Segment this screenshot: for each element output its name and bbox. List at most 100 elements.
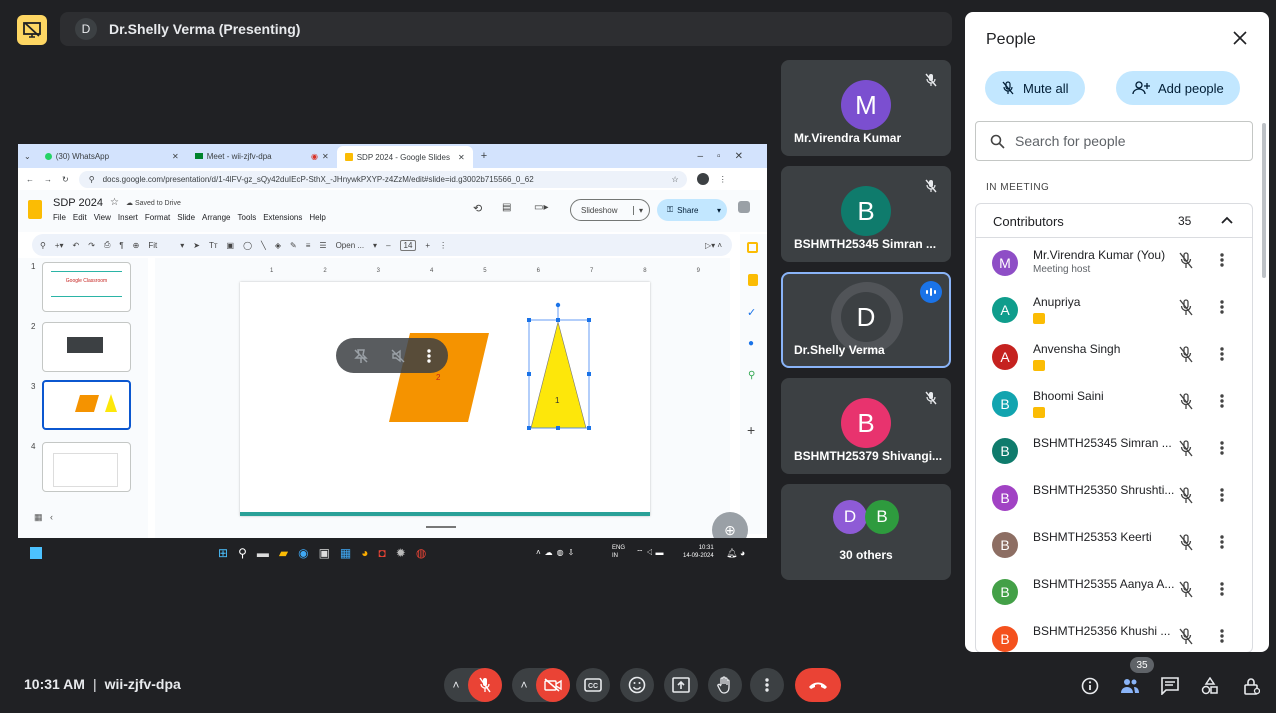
others-tile[interactable]: D B 30 others: [781, 484, 951, 580]
collapse-icon[interactable]: ▷▾ ˄: [705, 241, 722, 250]
participant-row[interactable]: B BSHMTH25356 Khushi ...: [976, 615, 1252, 652]
caret-down-icon[interactable]: ▾: [180, 241, 184, 250]
menu-file[interactable]: File: [53, 213, 66, 222]
search-people-field[interactable]: Search for people: [975, 121, 1253, 161]
star-icon[interactable]: ☆: [672, 175, 679, 184]
participant-tile[interactable]: B BSHMTH25379 Shivangi...: [781, 378, 951, 474]
chrome-icon[interactable]: ◍: [416, 546, 426, 560]
slide-thumbnail-1[interactable]: Google Classroom: [42, 262, 131, 312]
tasks-icon[interactable]: ✓: [747, 306, 756, 319]
participant-row[interactable]: B BSHMTH25350 Shrushti...: [976, 474, 1252, 521]
drag-handle[interactable]: [426, 526, 456, 528]
chevron-up-icon[interactable]: ˄: [512, 678, 536, 692]
add-icon[interactable]: +▾: [55, 241, 64, 250]
participant-row[interactable]: B Bhoomi Saini: [976, 380, 1252, 427]
participant-tile[interactable]: M Mr.Virendra Kumar: [781, 60, 951, 156]
close-icon[interactable]: ✕: [322, 152, 329, 161]
grid-view-icon[interactable]: ▦ ‹: [34, 512, 53, 523]
mic-off-icon[interactable]: [1178, 534, 1194, 552]
widgets-icon[interactable]: [30, 547, 42, 559]
undo-icon[interactable]: ↶: [73, 241, 80, 250]
image-icon[interactable]: ▣: [227, 241, 235, 250]
activities-icon[interactable]: [1200, 676, 1220, 696]
print-icon[interactable]: ⎙: [104, 240, 110, 250]
more-icon[interactable]: ⋮: [439, 241, 447, 250]
close-icon[interactable]: [1233, 31, 1247, 45]
more-options-icon[interactable]: [1220, 393, 1224, 409]
language-indicator[interactable]: ENG IN: [612, 544, 625, 560]
menu-slide[interactable]: Slide: [177, 213, 195, 222]
mic-off-icon[interactable]: [1178, 299, 1194, 317]
browser-tab-slides[interactable]: SDP 2024 - Google Slides ✕: [336, 146, 473, 168]
slide-thumbnail-2[interactable]: [42, 322, 131, 372]
camera-control[interactable]: ˄: [512, 668, 570, 702]
border-weight-icon[interactable]: ≡: [306, 241, 311, 250]
participant-row[interactable]: B BSHMTH25355 Aanya A...: [976, 568, 1252, 615]
clock[interactable]: 10:31 14-09-2024: [683, 544, 714, 560]
app-icon[interactable]: ◕: [361, 546, 368, 560]
new-tab-button[interactable]: +: [473, 150, 495, 162]
more-options-icon[interactable]: [1220, 252, 1224, 268]
slide-canvas[interactable]: 2 1: [240, 282, 650, 516]
slide-thumbnail-3[interactable]: [42, 380, 131, 430]
store-icon[interactable]: ▣: [319, 546, 330, 560]
mic-off-icon[interactable]: [1178, 628, 1194, 646]
share-button[interactable]: ⚿ Share ▾: [657, 199, 727, 221]
participant-row[interactable]: B BSHMTH25353 Keerti: [976, 521, 1252, 568]
slide-thumbnail-4[interactable]: [42, 442, 131, 492]
slideshow-button[interactable]: Slideshow ▾: [570, 199, 650, 221]
menu-tools[interactable]: Tools: [238, 213, 257, 222]
menu-edit[interactable]: Edit: [73, 213, 87, 222]
notification-icon[interactable]: 🔔︎ ◕: [726, 548, 745, 559]
star-icon[interactable]: ☆: [110, 197, 119, 208]
mic-off-icon[interactable]: [468, 668, 502, 702]
decrease-font-icon[interactable]: –: [386, 241, 390, 250]
more-options-icon[interactable]: [1220, 299, 1224, 315]
more-options-icon[interactable]: [1220, 487, 1224, 503]
camera-off-icon[interactable]: [536, 668, 570, 702]
caret-down-icon[interactable]: ▾: [717, 206, 721, 215]
shape-icon[interactable]: ◯: [243, 241, 252, 250]
more-options-icon[interactable]: [1220, 628, 1224, 644]
paint-format-icon[interactable]: ¶: [119, 241, 123, 250]
menu-format[interactable]: Format: [145, 213, 170, 222]
redo-icon[interactable]: ↷: [88, 241, 95, 250]
profile-icon[interactable]: [696, 173, 709, 185]
line-icon[interactable]: ╲: [261, 241, 266, 250]
font-size-field[interactable]: 14: [399, 239, 417, 251]
captions-button[interactable]: CC: [576, 668, 610, 702]
participant-tile-speaking[interactable]: D Dr.Shelly Verma: [781, 272, 951, 368]
reload-icon[interactable]: ↻: [62, 175, 69, 184]
chevron-up-icon[interactable]: ˄: [444, 678, 468, 692]
chevron-up-icon[interactable]: [1221, 216, 1233, 224]
participant-row[interactable]: M Mr.Virendra Kumar (You) Meeting host: [976, 239, 1252, 286]
photos-icon[interactable]: ▦: [340, 546, 351, 560]
task-view-icon[interactable]: ▬: [257, 546, 269, 560]
add-addon-icon[interactable]: +: [747, 422, 755, 438]
mic-control[interactable]: ˄: [444, 668, 502, 702]
mic-off-icon[interactable]: [1178, 393, 1194, 411]
meeting-details-icon[interactable]: [1080, 676, 1100, 696]
mic-off-icon[interactable]: [1178, 346, 1194, 364]
history-icon[interactable]: ⟲: [473, 202, 482, 215]
more-options-icon[interactable]: [1220, 534, 1224, 550]
menu-arrange[interactable]: Arrange: [202, 213, 230, 222]
zoom-select[interactable]: Fit: [148, 241, 157, 250]
host-controls-icon[interactable]: [1242, 676, 1262, 696]
menu-insert[interactable]: Insert: [118, 213, 138, 222]
browser-tab-whatsapp[interactable]: (30) WhatsApp ✕: [37, 146, 187, 166]
tab-list-icon[interactable]: ⌄: [18, 152, 37, 161]
url-field[interactable]: ⚲ docs.google.com/presentation/d/1-4lFV-…: [78, 170, 687, 188]
presentation-icon[interactable]: [17, 15, 47, 45]
forward-icon[interactable]: →: [44, 175, 52, 184]
border-color-icon[interactable]: ✎: [290, 241, 297, 250]
more-options-icon[interactable]: [427, 348, 432, 364]
browser-tab-meet[interactable]: Meet - wii-zjfv-dpa ◉ ✕: [187, 146, 337, 166]
mute-all-button[interactable]: Mute all: [985, 71, 1085, 105]
chat-icon[interactable]: [1160, 676, 1180, 696]
settings-icon[interactable]: ✹: [396, 546, 406, 560]
menu-view[interactable]: View: [94, 213, 111, 222]
mic-off-icon[interactable]: [1178, 581, 1194, 599]
zoom-icon[interactable]: ⊕: [133, 241, 140, 250]
caret-down-icon[interactable]: ▾: [632, 205, 643, 215]
